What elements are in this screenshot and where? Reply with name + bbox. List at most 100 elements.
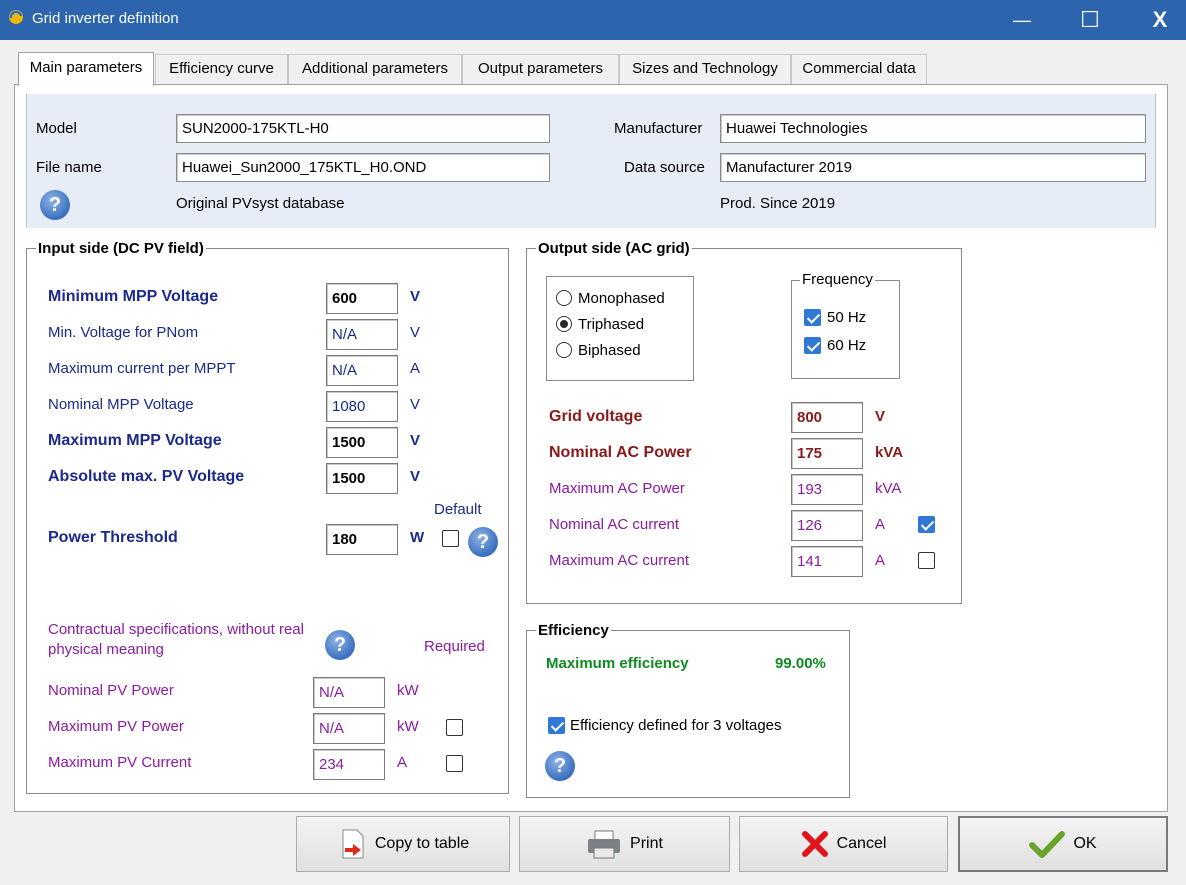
max-ac-current-label: Maximum AC current (549, 552, 690, 569)
default-checkbox[interactable] (442, 530, 459, 547)
filename-field[interactable]: Huawei_Sun2000_175KTL_H0.OND (176, 153, 550, 182)
minimize-button[interactable]: — (996, 0, 1048, 40)
database-note: Original PVsyst database (176, 195, 345, 212)
max-pv-current-unit: A (397, 754, 408, 771)
help-icon[interactable]: ? (40, 190, 70, 220)
monophased-label: Monophased (578, 290, 665, 307)
freq-50hz-checkbox[interactable] (804, 309, 821, 326)
copy-to-table-button[interactable]: Copy to table (296, 816, 510, 872)
tab-additional-parameters[interactable]: Additional parameters (288, 54, 462, 84)
nominal-pv-power-input[interactable]: N/A (313, 677, 385, 708)
close-button[interactable]: X (1134, 0, 1186, 40)
maximize-button[interactable]: ☐ (1064, 0, 1116, 40)
power-threshold-unit: W (410, 529, 425, 546)
nominal-mpp-voltage-label: Nominal MPP Voltage (48, 396, 194, 413)
freq-60hz-label: 60 Hz (827, 337, 867, 354)
print-button[interactable]: Print (519, 816, 730, 872)
title-bar: Grid inverter definition — ☐ X (0, 0, 1186, 40)
minimize-icon: — (1013, 9, 1031, 30)
max-ac-power-unit: kVA (875, 480, 902, 497)
freq-60hz-checkbox[interactable] (804, 337, 821, 354)
triphased-radio[interactable] (556, 316, 572, 332)
model-field[interactable]: SUN2000-175KTL-H0 (176, 114, 550, 143)
maximize-icon: ☐ (1080, 7, 1100, 32)
abs-max-pv-voltage-unit: V (410, 468, 421, 485)
frequency-group (791, 280, 900, 379)
monophased-radio[interactable] (556, 290, 572, 306)
power-threshold-input[interactable]: 180 (326, 524, 398, 555)
cancel-button[interactable]: Cancel (739, 816, 948, 872)
abs-max-pv-voltage-input[interactable]: 1500 (326, 463, 398, 494)
max-current-mppt-unit: A (410, 360, 421, 377)
tab-commercial-data[interactable]: Commercial data (791, 54, 927, 84)
prod-since-note: Prod. Since 2019 (720, 195, 836, 212)
contract-help-icon[interactable]: ? (325, 630, 355, 660)
nominal-mpp-voltage-unit: V (410, 396, 421, 413)
window-title: Grid inverter definition (32, 10, 179, 27)
checkmark-icon (1029, 831, 1066, 858)
max-efficiency-value: 99.00% (775, 655, 826, 672)
tab-efficiency-curve[interactable]: Efficiency curve (155, 54, 288, 84)
nominal-ac-power-input[interactable]: 175 (791, 438, 863, 469)
copy-to-table-label: Copy to table (374, 835, 470, 852)
max-pv-current-input[interactable]: 234 (313, 749, 385, 780)
biphased-label: Biphased (578, 342, 641, 359)
max-ac-current-input[interactable]: 141 (791, 546, 863, 577)
max-pv-power-label: Maximum PV Power (48, 718, 184, 735)
biphased-radio[interactable] (556, 342, 572, 358)
max-ac-current-checkbox[interactable] (918, 552, 935, 569)
nominal-mpp-voltage-input[interactable]: 1080 (326, 391, 398, 422)
max-efficiency-label: Maximum efficiency (546, 655, 689, 672)
min-mpp-voltage-unit: V (410, 288, 421, 305)
filename-label: File name (36, 159, 102, 176)
datasource-field[interactable]: Manufacturer 2019 (720, 153, 1146, 182)
nominal-ac-power-label: Nominal AC Power (549, 444, 692, 461)
cancel-label: Cancel (836, 835, 887, 852)
nominal-pv-power-unit: kW (397, 682, 419, 699)
abs-max-pv-voltage-label: Absolute max. PV Voltage (48, 468, 245, 485)
grid-voltage-input[interactable]: 800 (791, 402, 863, 433)
min-voltage-pnom-label: Min. Voltage for PNom (48, 324, 199, 341)
min-mpp-voltage-input[interactable]: 600 (326, 283, 398, 314)
max-pv-current-label: Maximum PV Current (48, 754, 192, 771)
max-pv-power-required-checkbox[interactable] (446, 719, 463, 736)
three-voltages-checkbox[interactable] (548, 717, 565, 734)
close-icon: X (1152, 7, 1168, 32)
ok-button[interactable]: OK (958, 816, 1168, 872)
print-label: Print (630, 835, 663, 852)
default-label: Default (434, 501, 482, 518)
input-side-title: Input side (DC PV field) (36, 240, 206, 257)
efficiency-help-icon[interactable]: ? (545, 751, 575, 781)
min-mpp-voltage-label: Minimum MPP Voltage (48, 288, 219, 305)
max-mpp-voltage-input[interactable]: 1500 (326, 427, 398, 458)
cancel-x-icon (801, 831, 828, 857)
contract-note: Contractual specifications, without real… (48, 621, 304, 658)
output-side-title: Output side (AC grid) (536, 240, 692, 257)
model-label: Model (36, 120, 77, 137)
threshold-help-icon[interactable]: ? (468, 527, 498, 557)
tab-output-parameters[interactable]: Output parameters (462, 54, 619, 84)
tab-sizes-and-technology[interactable]: Sizes and Technology (619, 54, 791, 84)
freq-50hz-label: 50 Hz (827, 309, 867, 326)
nominal-pv-power-label: Nominal PV Power (48, 682, 174, 699)
max-pv-power-input[interactable]: N/A (313, 713, 385, 744)
max-pv-power-unit: kW (397, 718, 419, 735)
max-current-mppt-label: Maximum current per MPPT (48, 360, 236, 377)
manufacturer-label: Manufacturer (614, 120, 703, 137)
nominal-ac-current-label: Nominal AC current (549, 516, 680, 533)
copy-document-icon (342, 829, 364, 859)
efficiency-title: Efficiency (536, 622, 611, 639)
max-ac-power-label: Maximum AC Power (549, 480, 685, 497)
app-logo-icon (9, 10, 23, 24)
ok-label: OK (1073, 835, 1097, 852)
nominal-ac-current-checkbox[interactable] (918, 516, 935, 533)
min-voltage-pnom-input[interactable]: N/A (326, 319, 398, 350)
max-pv-current-required-checkbox[interactable] (446, 755, 463, 772)
max-ac-power-input[interactable]: 193 (791, 474, 863, 505)
max-current-mppt-input[interactable]: N/A (326, 355, 398, 386)
nominal-ac-current-unit: A (875, 516, 886, 533)
nominal-ac-current-input[interactable]: 126 (791, 510, 863, 541)
printer-icon (588, 830, 621, 859)
manufacturer-field[interactable]: Huawei Technologies (720, 114, 1146, 143)
tab-main-parameters[interactable]: Main parameters (18, 52, 154, 86)
